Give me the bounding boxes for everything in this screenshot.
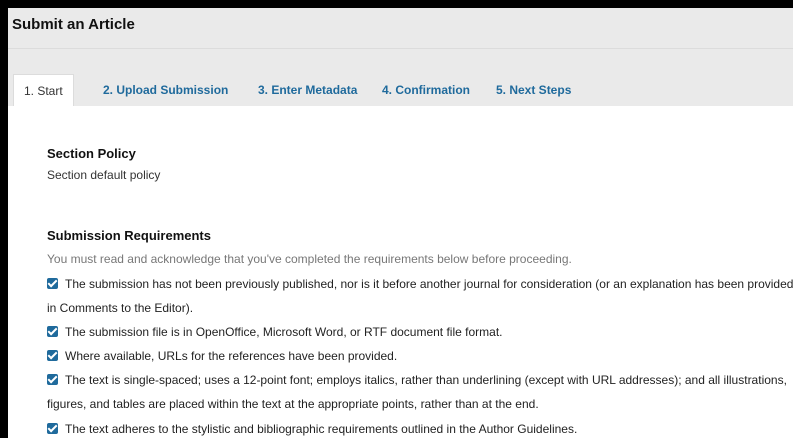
section-policy-heading: Section Policy: [47, 146, 136, 161]
tab-enter-metadata[interactable]: 3. Enter Metadata: [258, 74, 357, 106]
section-policy-text: Section default policy: [47, 168, 161, 182]
tab-confirmation[interactable]: 4. Confirmation: [382, 74, 470, 106]
requirement-item-continuation: in Comments to the Editor).: [47, 301, 194, 315]
requirement-item: The submission has not been previously p…: [47, 277, 793, 291]
requirement-item: Where available, URLs for the references…: [47, 349, 397, 363]
tab-upload-submission[interactable]: 2. Upload Submission: [103, 74, 228, 106]
submission-requirements-heading: Submission Requirements: [47, 228, 211, 243]
wizard-tabs: 1. Start 2. Upload Submission 3. Enter M…: [8, 49, 793, 106]
requirement-checkbox[interactable]: [47, 423, 58, 434]
submission-panel: Submit an Article 1. Start 2. Upload Sub…: [8, 8, 793, 438]
requirement-checkbox[interactable]: [47, 374, 58, 385]
tab-next-steps[interactable]: 5. Next Steps: [496, 74, 571, 106]
requirement-item: The text adheres to the stylistic and bi…: [47, 422, 577, 436]
requirement-checkbox[interactable]: [47, 326, 58, 337]
page-title: Submit an Article: [8, 8, 793, 49]
tab-start[interactable]: 1. Start: [13, 74, 74, 106]
requirement-item: The submission file is in OpenOffice, Mi…: [47, 325, 503, 339]
requirement-item: The text is single-spaced; uses a 12-poi…: [47, 373, 787, 387]
requirement-item-continuation: figures, and tables are placed within th…: [47, 397, 539, 411]
requirements-instruction: You must read and acknowledge that you'v…: [47, 252, 572, 266]
requirement-checkbox[interactable]: [47, 278, 58, 289]
requirement-checkbox[interactable]: [47, 350, 58, 361]
